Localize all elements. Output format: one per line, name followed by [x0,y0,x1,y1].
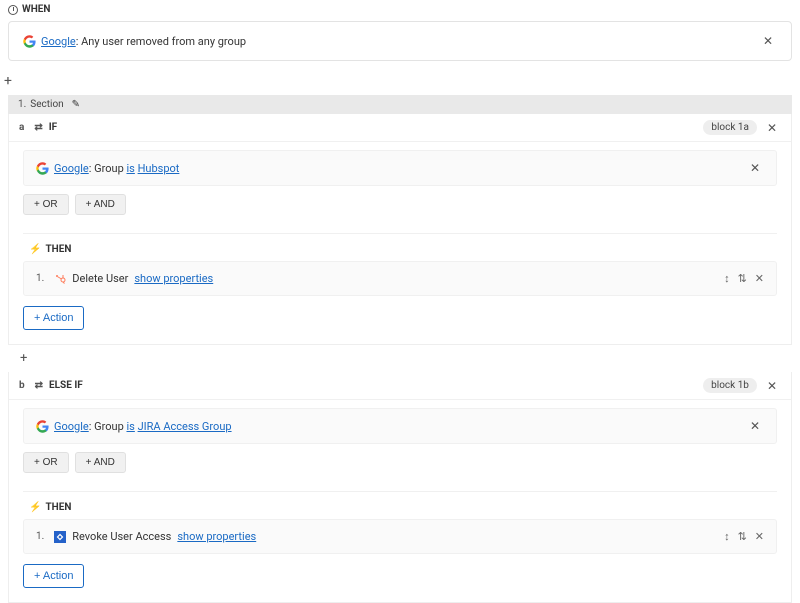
or-button[interactable]: + OR [23,452,69,473]
condition-provider-link[interactable]: Google [54,162,89,175]
condition-verb-link[interactable]: is [126,420,134,433]
clock-icon [8,5,18,15]
condition-prefix: : Group [89,162,127,175]
add-section-top[interactable]: + [0,67,800,95]
hubspot-icon [54,273,66,285]
action-ordinal: 1. [36,531,44,542]
then-header: ⚡ THEN [23,244,777,255]
add-action-button[interactable]: + Action [23,564,84,588]
google-icon [36,420,49,433]
close-icon[interactable]: ✕ [755,530,764,543]
condition-row: Google: Group is JIRA Access Group ✕ [23,408,777,444]
block-badge: block 1a [703,120,757,135]
show-properties-link[interactable]: show properties [177,530,256,543]
condition-verb-link[interactable]: is [126,162,134,175]
block-1b: b ⇄ ELSE IF block 1b ✕ Google: Group is … [8,372,792,603]
google-icon [23,35,36,48]
condition-value-link[interactable]: Hubspot [138,162,180,175]
move-icon[interactable]: ⇅ [738,272,747,285]
when-label: WHEN [22,4,51,15]
section-ordinal: 1. [18,99,26,110]
reorder-icon[interactable]: ↕ [724,272,730,285]
condition-row: Google: Group is Hubspot ✕ [23,150,777,186]
section-label: Section [30,99,63,110]
action-label: Revoke User Access [72,530,171,543]
pencil-icon[interactable]: ✎ [72,99,80,110]
close-icon[interactable]: ✕ [763,121,781,135]
condition-value-link[interactable]: JIRA Access Group [138,420,232,433]
block-kind: ELSE IF [49,380,83,391]
close-icon[interactable]: ✕ [746,161,764,175]
condition-prefix: : Group [89,420,127,433]
bolt-icon: ⚡ [29,502,41,513]
add-block-between[interactable]: + [0,345,800,372]
reorder-icon[interactable]: ↕ [724,530,730,543]
show-properties-link[interactable]: show properties [134,272,213,285]
then-label: THEN [45,502,71,513]
jira-icon [54,531,66,543]
then-label: THEN [45,244,71,255]
google-icon [36,162,49,175]
add-action-button[interactable]: + Action [23,306,84,330]
block-ordinal: a [19,122,24,133]
action-row: 1. Delete User show properties ↕ ⇅ ✕ [23,261,777,296]
bolt-icon: ⚡ [29,244,41,255]
block-badge: block 1b [703,378,757,393]
or-button[interactable]: + OR [23,194,69,215]
action-label: Delete User [72,272,128,285]
branch-icon: ⇄ [34,122,42,133]
close-icon[interactable]: ✕ [763,379,781,393]
and-button[interactable]: + AND [75,452,126,473]
and-button[interactable]: + AND [75,194,126,215]
move-icon[interactable]: ⇅ [738,530,747,543]
when-trigger-card: Google: Any user removed from any group … [8,21,792,61]
close-icon[interactable]: ✕ [759,34,777,48]
condition-provider-link[interactable]: Google [54,420,89,433]
block-ordinal: b [19,380,25,391]
block-1a: a ⇄ IF block 1a ✕ Google: Group is Hubsp… [8,114,792,345]
close-icon[interactable]: ✕ [755,272,764,285]
trigger-text: : Any user removed from any group [76,35,246,48]
close-icon[interactable]: ✕ [746,419,764,433]
trigger-provider-link[interactable]: Google [41,35,76,48]
branch-icon: ⇄ [35,380,43,391]
then-header: ⚡ THEN [23,502,777,513]
action-ordinal: 1. [36,273,44,284]
when-header: WHEN [0,0,800,19]
block-kind: IF [49,122,57,133]
section-header: 1. Section ✎ [8,95,792,114]
